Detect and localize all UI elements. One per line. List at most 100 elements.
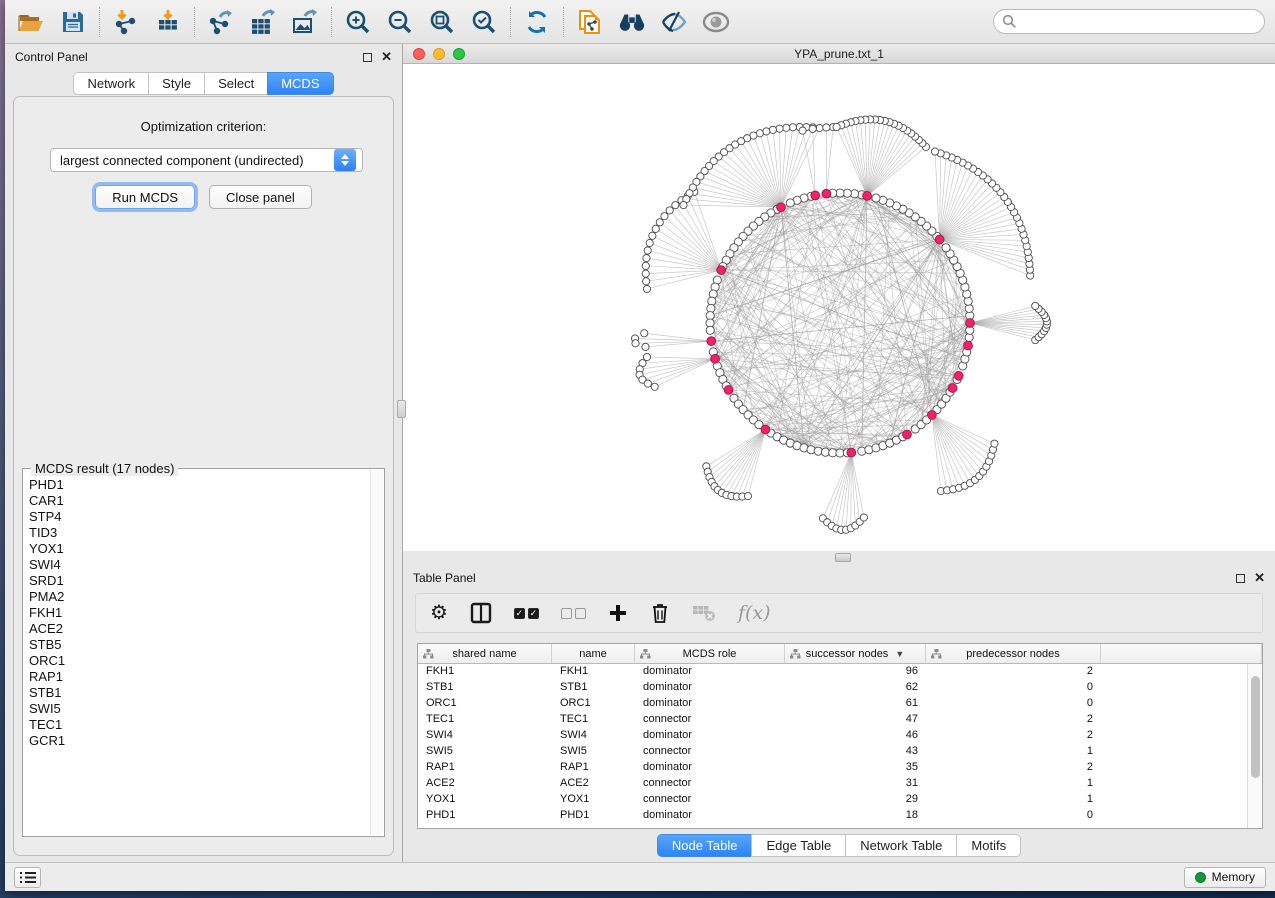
mcds-result-item[interactable]: SWI5 — [27, 701, 370, 717]
cell-predecessor-nodes: 2 — [926, 760, 1101, 776]
graphics-details-icon[interactable] — [660, 8, 688, 36]
column-header-name[interactable]: name — [552, 644, 635, 663]
mcds-result-item[interactable]: TID3 — [27, 525, 370, 541]
zoom-selected-icon[interactable] — [470, 8, 498, 36]
float-panel-icon[interactable] — [1236, 574, 1245, 583]
cell-name: SWI5 — [552, 744, 635, 760]
close-panel-icon[interactable]: ✕ — [1254, 573, 1265, 583]
table-settings-gear-icon[interactable]: ⚙ — [430, 600, 448, 626]
export-image-icon[interactable] — [291, 8, 319, 36]
find-binoculars-icon[interactable] — [618, 8, 646, 36]
deselect-all-columns-icon[interactable] — [561, 600, 586, 626]
column-header-successor-nodes[interactable]: successor nodes▼ — [785, 644, 926, 663]
show-columns-icon[interactable] — [470, 600, 492, 626]
tab-edge-table[interactable]: Edge Table — [751, 834, 845, 857]
tab-motifs[interactable]: Motifs — [956, 834, 1021, 857]
add-column-icon[interactable] — [608, 600, 628, 626]
mcds-tab-content: Optimization criterion: largest connecte… — [13, 96, 394, 856]
save-icon[interactable] — [59, 8, 87, 36]
clone-network-icon[interactable] — [576, 8, 604, 36]
cell-successor-nodes: 29 — [785, 792, 926, 808]
mcds-result-item[interactable]: STP4 — [27, 509, 370, 525]
mcds-result-item[interactable]: SRD1 — [27, 573, 370, 589]
zoom-in-icon[interactable] — [344, 8, 372, 36]
table-row[interactable]: RAP1RAP1dominator352 — [418, 760, 1247, 776]
table-row[interactable]: SWI4SWI4dominator462 — [418, 728, 1247, 744]
table-row[interactable]: ORC1ORC1dominator610 — [418, 696, 1247, 712]
cell-shared-name: STB1 — [418, 680, 552, 696]
cell-successor-nodes: 31 — [785, 776, 926, 792]
close-panel-button[interactable]: Close panel — [209, 185, 312, 209]
mcds-result-item[interactable]: CAR1 — [27, 493, 370, 509]
cell-MCDS-role: dominator — [635, 696, 785, 712]
tab-network[interactable]: Network — [73, 72, 148, 95]
cell-name: ORC1 — [552, 696, 635, 712]
mcds-result-item[interactable]: PMA2 — [27, 589, 370, 605]
zoom-fit-icon[interactable] — [428, 8, 456, 36]
cell-successor-nodes: 46 — [785, 728, 926, 744]
mcds-result-title: MCDS result (17 nodes) — [31, 461, 178, 476]
table-panel-header: Table Panel ✕ — [403, 565, 1275, 589]
network-canvas[interactable] — [403, 64, 1275, 551]
table-row[interactable]: PHD1PHD1dominator180 — [418, 808, 1247, 824]
mcds-result-item[interactable]: YOX1 — [27, 541, 370, 557]
mcds-result-item[interactable]: STB1 — [27, 685, 370, 701]
search-input[interactable] — [993, 9, 1265, 34]
node-table-header: shared namenameMCDS rolesuccessor nodes▼… — [418, 644, 1262, 664]
mcds-result-list[interactable]: PHD1CAR1STP4TID3YOX1SWI4SRD1PMA2FKH1ACE2… — [27, 477, 370, 834]
mcds-result-item[interactable]: TEC1 — [27, 717, 370, 733]
node-table[interactable]: shared namenameMCDS rolesuccessor nodes▼… — [417, 643, 1263, 829]
table-row[interactable]: TEC1TEC1connector472 — [418, 712, 1247, 728]
mcds-result-item[interactable]: FKH1 — [27, 605, 370, 621]
table-row[interactable]: FKH1FKH1dominator962 — [418, 664, 1247, 680]
mcds-result-item[interactable]: SWI4 — [27, 557, 370, 573]
export-table-icon[interactable] — [249, 8, 277, 36]
open-folder-icon[interactable] — [17, 8, 45, 36]
cell-name: PHD1 — [552, 808, 635, 824]
mcds-result-item[interactable]: GCR1 — [27, 733, 370, 749]
delete-column-icon[interactable] — [650, 600, 670, 626]
import-network-icon[interactable] — [112, 8, 140, 36]
column-header-MCDS-role[interactable]: MCDS role — [635, 644, 785, 663]
tab-style[interactable]: Style — [148, 72, 204, 95]
vertical-splitter-handle[interactable] — [397, 400, 406, 418]
table-row[interactable]: SWI5SWI5connector431 — [418, 744, 1247, 760]
table-row[interactable]: STB1STB1dominator620 — [418, 680, 1247, 696]
tab-network-table[interactable]: Network Table — [845, 834, 956, 857]
run-mcds-button[interactable]: Run MCDS — [95, 185, 195, 209]
mcds-result-group: MCDS result (17 nodes) PHD1CAR1STP4TID3Y… — [22, 468, 385, 837]
float-panel-icon[interactable] — [363, 53, 372, 62]
mcds-result-item[interactable]: RAP1 — [27, 669, 370, 685]
export-network-icon[interactable] — [207, 8, 235, 36]
refresh-icon[interactable] — [523, 8, 551, 36]
cell-MCDS-role: dominator — [635, 680, 785, 696]
memory-button[interactable]: Memory — [1184, 867, 1266, 888]
table-row[interactable]: YOX1YOX1connector291 — [418, 792, 1247, 808]
cell-successor-nodes: 47 — [785, 712, 926, 728]
table-toolbar: ⚙ ✓✓ f(x) — [415, 593, 1263, 633]
mcds-result-item[interactable]: PHD1 — [27, 477, 370, 493]
table-panel-tabs: Node TableEdge TableNetwork TableMotifs — [403, 834, 1275, 857]
tab-select[interactable]: Select — [204, 72, 267, 95]
zoom-out-icon[interactable] — [386, 8, 414, 36]
mcds-result-item[interactable]: ACE2 — [27, 621, 370, 637]
tab-mcds[interactable]: MCDS — [267, 72, 333, 95]
criterion-select[interactable]: largest connected component (undirected) — [50, 148, 363, 172]
horizontal-splitter-handle[interactable] — [835, 553, 851, 562]
column-header-shared-name[interactable]: shared name — [418, 644, 552, 663]
column-header-predecessor-nodes[interactable]: predecessor nodes — [926, 644, 1101, 663]
task-history-button[interactable] — [14, 867, 41, 888]
select-all-columns-icon[interactable]: ✓✓ — [514, 600, 539, 626]
birdseye-view-icon[interactable] — [702, 8, 730, 36]
table-scrollbar-thumb[interactable] — [1251, 676, 1260, 778]
mcds-result-item[interactable]: STB5 — [27, 637, 370, 653]
mcds-result-item[interactable]: ORC1 — [27, 653, 370, 669]
cell-predecessor-nodes: 0 — [926, 680, 1101, 696]
close-panel-icon[interactable]: ✕ — [381, 52, 392, 62]
mcds-list-scrollbar[interactable] — [370, 470, 383, 835]
import-table-icon[interactable] — [154, 8, 182, 36]
table-row[interactable]: ACE2ACE2connector311 — [418, 776, 1247, 792]
table-scrollbar[interactable] — [1247, 664, 1262, 828]
tab-node-table[interactable]: Node Table — [657, 834, 752, 857]
network-window-title: YPA_prune.txt_1 — [403, 47, 1275, 61]
